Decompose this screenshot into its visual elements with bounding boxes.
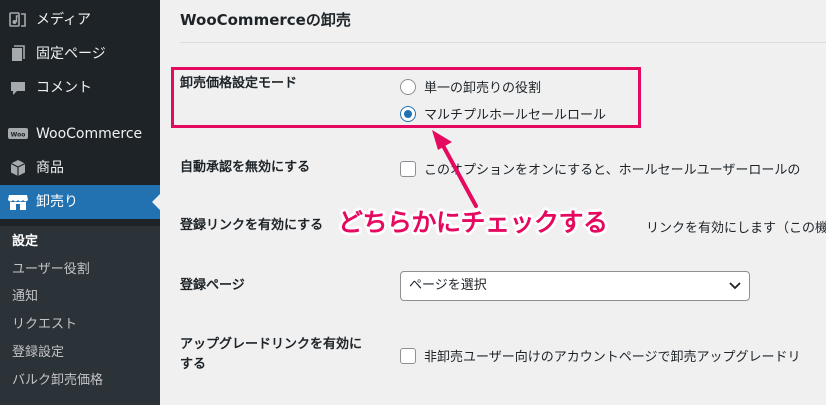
sidebar-item-label: WooCommerce — [36, 126, 143, 142]
store-icon — [8, 193, 28, 211]
woocommerce-icon: Woo — [8, 125, 28, 143]
comment-icon — [8, 79, 28, 97]
sidebar-item-label: コメント — [36, 80, 92, 96]
sidebar-item-pages[interactable]: 固定ページ — [0, 37, 160, 71]
media-icon — [8, 11, 28, 29]
registration-link-text: リンクを有効にします（この機能を — [646, 221, 826, 236]
upgrade-link-option[interactable]: 非卸売ユーザー向けのアカウントページで卸売アップグレードリ — [400, 346, 800, 365]
submenu-item-user-roles[interactable]: ユーザー役割 — [12, 262, 90, 278]
upgrade-link-checkbox[interactable] — [400, 347, 416, 364]
sidebar-item-label: 卸売り — [36, 194, 78, 210]
sidebar-item-comments[interactable]: コメント — [0, 71, 160, 105]
svg-text:Woo: Woo — [11, 132, 26, 139]
radio-label: マルチプルホールセールロール — [424, 108, 607, 123]
page-icon — [8, 45, 28, 63]
sidebar-item-products[interactable]: 商品 — [0, 151, 160, 185]
submenu-item-registration[interactable]: 登録設定 — [12, 345, 64, 361]
chevron-down-icon — [729, 282, 741, 290]
upgrade-link-label-line2: する — [180, 357, 207, 372]
page-title: WooCommerceの卸売 — [180, 11, 351, 29]
annotation-text: どちらかにチェックする — [338, 208, 608, 237]
registration-link-label: 登録リンクを有効にする — [180, 218, 324, 233]
registration-page-select[interactable]: ページを選択 — [400, 271, 750, 301]
admin-sidebar: メディア 固定ページ コメント Woo WooCommerce 商品 卸売り 設… — [0, 0, 160, 405]
radio-multiple-roles[interactable]: マルチプルホールセールロール — [400, 104, 606, 123]
submenu-item-notifications[interactable]: 通知 — [12, 289, 38, 305]
radio-button[interactable] — [400, 78, 416, 95]
upgrade-link-label-line1: アップグレードリンクを有効に — [180, 337, 363, 352]
radio-button-selected[interactable] — [400, 105, 416, 122]
upgrade-link-text: 非卸売ユーザー向けのアカウントページで卸売アップグレードリ — [424, 350, 801, 365]
radio-single-role[interactable]: 単一の卸売りの役割 — [400, 77, 541, 96]
auto-approval-checkbox[interactable] — [400, 160, 416, 177]
product-box-icon — [8, 159, 28, 177]
registration-page-label: 登録ページ — [180, 278, 245, 293]
mode-label: 卸売価格設定モード — [180, 76, 298, 91]
sidebar-item-label: 固定ページ — [36, 46, 106, 62]
sidebar-item-woocommerce[interactable]: Woo WooCommerce — [0, 117, 160, 151]
select-value: ページを選択 — [409, 278, 487, 293]
sidebar-item-label: メディア — [36, 12, 92, 28]
auto-approval-text: このオプションをオンにすると、ホールセールユーザーロールの — [424, 163, 801, 178]
auto-approval-option[interactable]: このオプションをオンにすると、ホールセールユーザーロールの — [400, 159, 800, 178]
submenu-item-requests[interactable]: リクエスト — [12, 317, 77, 333]
sidebar-item-media[interactable]: メディア — [0, 3, 160, 37]
divider — [180, 42, 826, 43]
radio-label: 単一の卸売りの役割 — [424, 81, 542, 96]
registration-link-option[interactable]: リンクを有効にします（この機能を — [646, 217, 826, 236]
submenu-item-bulk-price[interactable]: バルク卸売価格 — [12, 373, 103, 389]
sidebar-item-wholesale[interactable]: 卸売り — [0, 185, 160, 219]
sidebar-item-label: 商品 — [36, 160, 64, 176]
submenu-item-settings[interactable]: 設定 — [12, 234, 38, 250]
auto-approval-label: 自動承認を無効にする — [180, 160, 311, 175]
wholesale-submenu: 設定 ユーザー役割 通知 リクエスト 登録設定 バルク卸売価格 — [0, 226, 160, 405]
